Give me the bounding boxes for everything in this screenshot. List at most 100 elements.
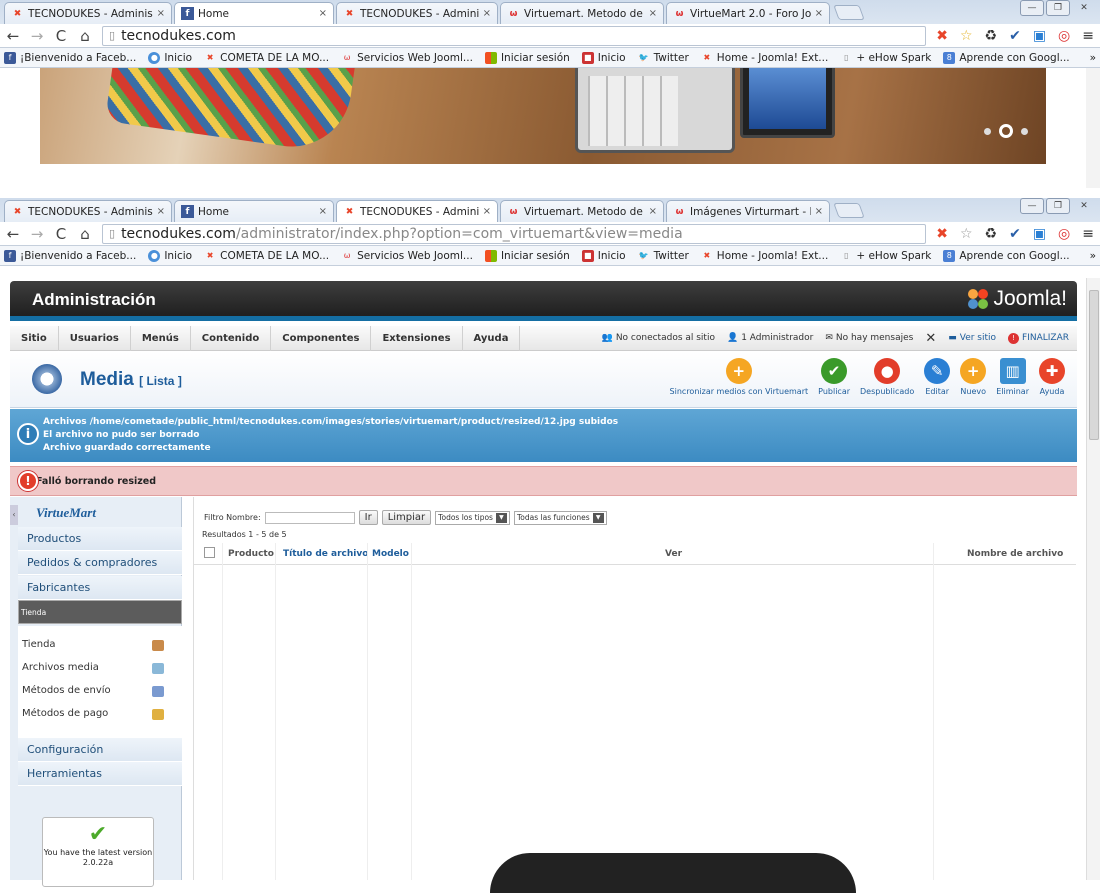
bookmark[interactable]: ✖ COMETA DE LA MO... [204,250,329,262]
home-icon[interactable]: ⌂ [78,225,92,243]
slider-dots[interactable] [984,124,1028,138]
bookmark[interactable]: 🐦 Twitter [638,250,689,262]
bookmark[interactable]: ● Inicio [148,249,192,262]
opera-icon[interactable]: ◎ [1058,226,1070,242]
scrollbar[interactable] [1086,68,1100,188]
logout-link[interactable]: ! FINALIZAR [1008,332,1069,344]
close-tab-icon[interactable]: × [157,206,165,217]
forward-icon[interactable]: → [30,27,44,45]
bookmark[interactable]: Iniciar sesión [484,249,570,262]
close-tab-icon[interactable]: × [483,8,491,19]
menu-item-extensiones[interactable]: Extensiones [371,325,463,351]
bookmark[interactable]: ✖ COMETA DE LA MO... [204,52,329,64]
star-icon[interactable]: ☆ [960,226,973,242]
function-select[interactable]: Todas las funciones ▼ [513,510,607,525]
joomla-ext-icon[interactable]: ✖ [936,226,948,242]
close-tab-icon[interactable]: × [319,8,327,19]
view-site-link[interactable]: ▬ Ver sitio [948,333,996,343]
unpublish-button[interactable]: ● Despublicado [860,358,914,396]
bookmark[interactable]: 8 Aprende con Googl... [943,249,1070,262]
back-icon[interactable]: ← [6,27,20,45]
close-icon[interactable]: ✕ [1072,0,1096,16]
bookmark[interactable]: Iniciar sesión [484,51,570,64]
tab[interactable]: f Home × [174,200,334,222]
bookmark[interactable]: ■ Inicio [581,51,626,64]
bookmark[interactable]: ω Servicios Web Jooml... [341,250,473,262]
maximize-icon[interactable]: ❐ [1046,198,1070,214]
new-tab-button[interactable] [833,5,865,20]
checklist-icon[interactable]: ✔ [1009,28,1021,44]
delete-button[interactable]: ▥ Eliminar [996,358,1029,396]
outlook-icon[interactable]: ▣ [1033,226,1046,242]
menu-item-usuarios[interactable]: Usuarios [59,325,131,351]
tab[interactable]: ωVirtueMart 2.0 - Foro Joon× [666,2,830,24]
bookmark[interactable]: ▯ + eHow Spark [840,52,931,64]
close-tab-icon[interactable]: × [483,206,491,217]
close-tab-icon[interactable]: × [319,206,327,217]
menu-item-sitio[interactable]: Sitio [10,325,59,351]
collapse-sidebar-icon[interactable]: ‹ [10,505,18,525]
sidebar-item-configuracion[interactable]: Configuración [18,738,182,762]
close-tab-icon[interactable]: × [649,206,657,217]
close-tab-icon[interactable]: × [157,8,165,19]
bookmark[interactable]: f ¡Bienvenido a Faceb... [4,51,136,64]
sidebar-item-fabricantes[interactable]: Fabricantes [18,576,182,600]
recycle-icon[interactable]: ♻ [985,226,998,242]
checklist-icon[interactable]: ✔ [1009,226,1021,242]
bookmark[interactable]: f ¡Bienvenido a Faceb... [4,249,136,262]
sync-media-button[interactable]: + Sincronizar medios con Virtuemart [670,358,808,396]
edit-button[interactable]: ✎ Editar [924,358,951,396]
submenu-item-pago[interactable]: Métodos de pago [22,708,108,719]
close-tab-icon[interactable]: × [815,8,823,19]
tab[interactable]: ✖TECNODUKES - Administr× [336,200,498,222]
tab[interactable]: ✖TECNODUKES - Administr× [4,200,172,222]
scrollbar[interactable] [1086,278,1100,880]
forward-icon[interactable]: → [30,225,44,243]
submenu-item-media[interactable]: Archivos media [22,662,99,673]
column-titulo[interactable]: Título de archivo [283,549,368,559]
bookmarks-more[interactable]: » [1090,52,1096,64]
tab[interactable]: ✖TECNODUKES - Administr× [4,2,172,24]
close-tab-icon[interactable]: × [649,8,657,19]
bookmark[interactable]: 8 Aprende con Googl... [943,51,1070,64]
bookmark[interactable]: ■ Inicio [581,249,626,262]
type-select[interactable]: Todos los tipos ▼ [435,510,510,525]
tab[interactable]: ωVirtuemart. Metodo de pa× [500,200,664,222]
media-preview-image[interactable] [490,853,856,893]
go-button[interactable]: Ir [358,510,378,525]
minimize-icon[interactable]: — [1020,0,1044,16]
home-icon[interactable]: ⌂ [78,27,92,45]
maximize-icon[interactable]: ❐ [1046,0,1070,16]
tab[interactable]: ωVirtuemart. Metodo de pa× [500,2,664,24]
tab[interactable]: f Home × [174,2,334,24]
help-button[interactable]: ✚ Ayuda [1039,358,1065,396]
publish-button[interactable]: ✔ Publicar [818,358,850,396]
filter-name-input[interactable] [264,511,355,524]
bookmark[interactable]: 🐦 Twitter [638,52,689,64]
menu-icon[interactable]: ≡ [1082,226,1094,242]
minimize-icon[interactable]: — [1020,198,1044,214]
menu-icon[interactable]: ≡ [1082,28,1094,44]
new-button[interactable]: + Nuevo [960,358,987,396]
bookmarks-more[interactable]: » [1090,250,1096,262]
address-bar[interactable]: ▯ tecnodukes.com/administrator/index.php?… [102,223,927,244]
sidebar-item-productos[interactable]: Productos [18,527,182,551]
bookmark[interactable]: ✖ Home - Joomla! Ext... [701,52,828,64]
reset-button[interactable]: Limpiar [381,510,432,525]
menu-item-contenido[interactable]: Contenido [191,325,272,351]
column-modelo[interactable]: Modelo [372,549,409,559]
recycle-icon[interactable]: ♻ [985,28,998,44]
joomla-ext-icon[interactable]: ✖ [936,28,948,44]
back-icon[interactable]: ← [6,225,20,243]
opera-icon[interactable]: ◎ [1058,28,1070,44]
menu-item-menus[interactable]: Menús [131,325,191,351]
outlook-icon[interactable]: ▣ [1033,28,1046,44]
bookmark[interactable]: ● Inicio [148,51,192,64]
new-tab-button[interactable] [833,203,865,218]
sidebar-item-herramientas[interactable]: Herramientas [18,762,182,786]
select-all-checkbox[interactable] [204,547,215,558]
bookmark[interactable]: ✖ Home - Joomla! Ext... [701,250,828,262]
bookmark[interactable]: ω Servicios Web Jooml... [341,52,473,64]
menu-item-ayuda[interactable]: Ayuda [463,325,521,351]
submenu-item-envio[interactable]: Métodos de envío [22,685,111,696]
